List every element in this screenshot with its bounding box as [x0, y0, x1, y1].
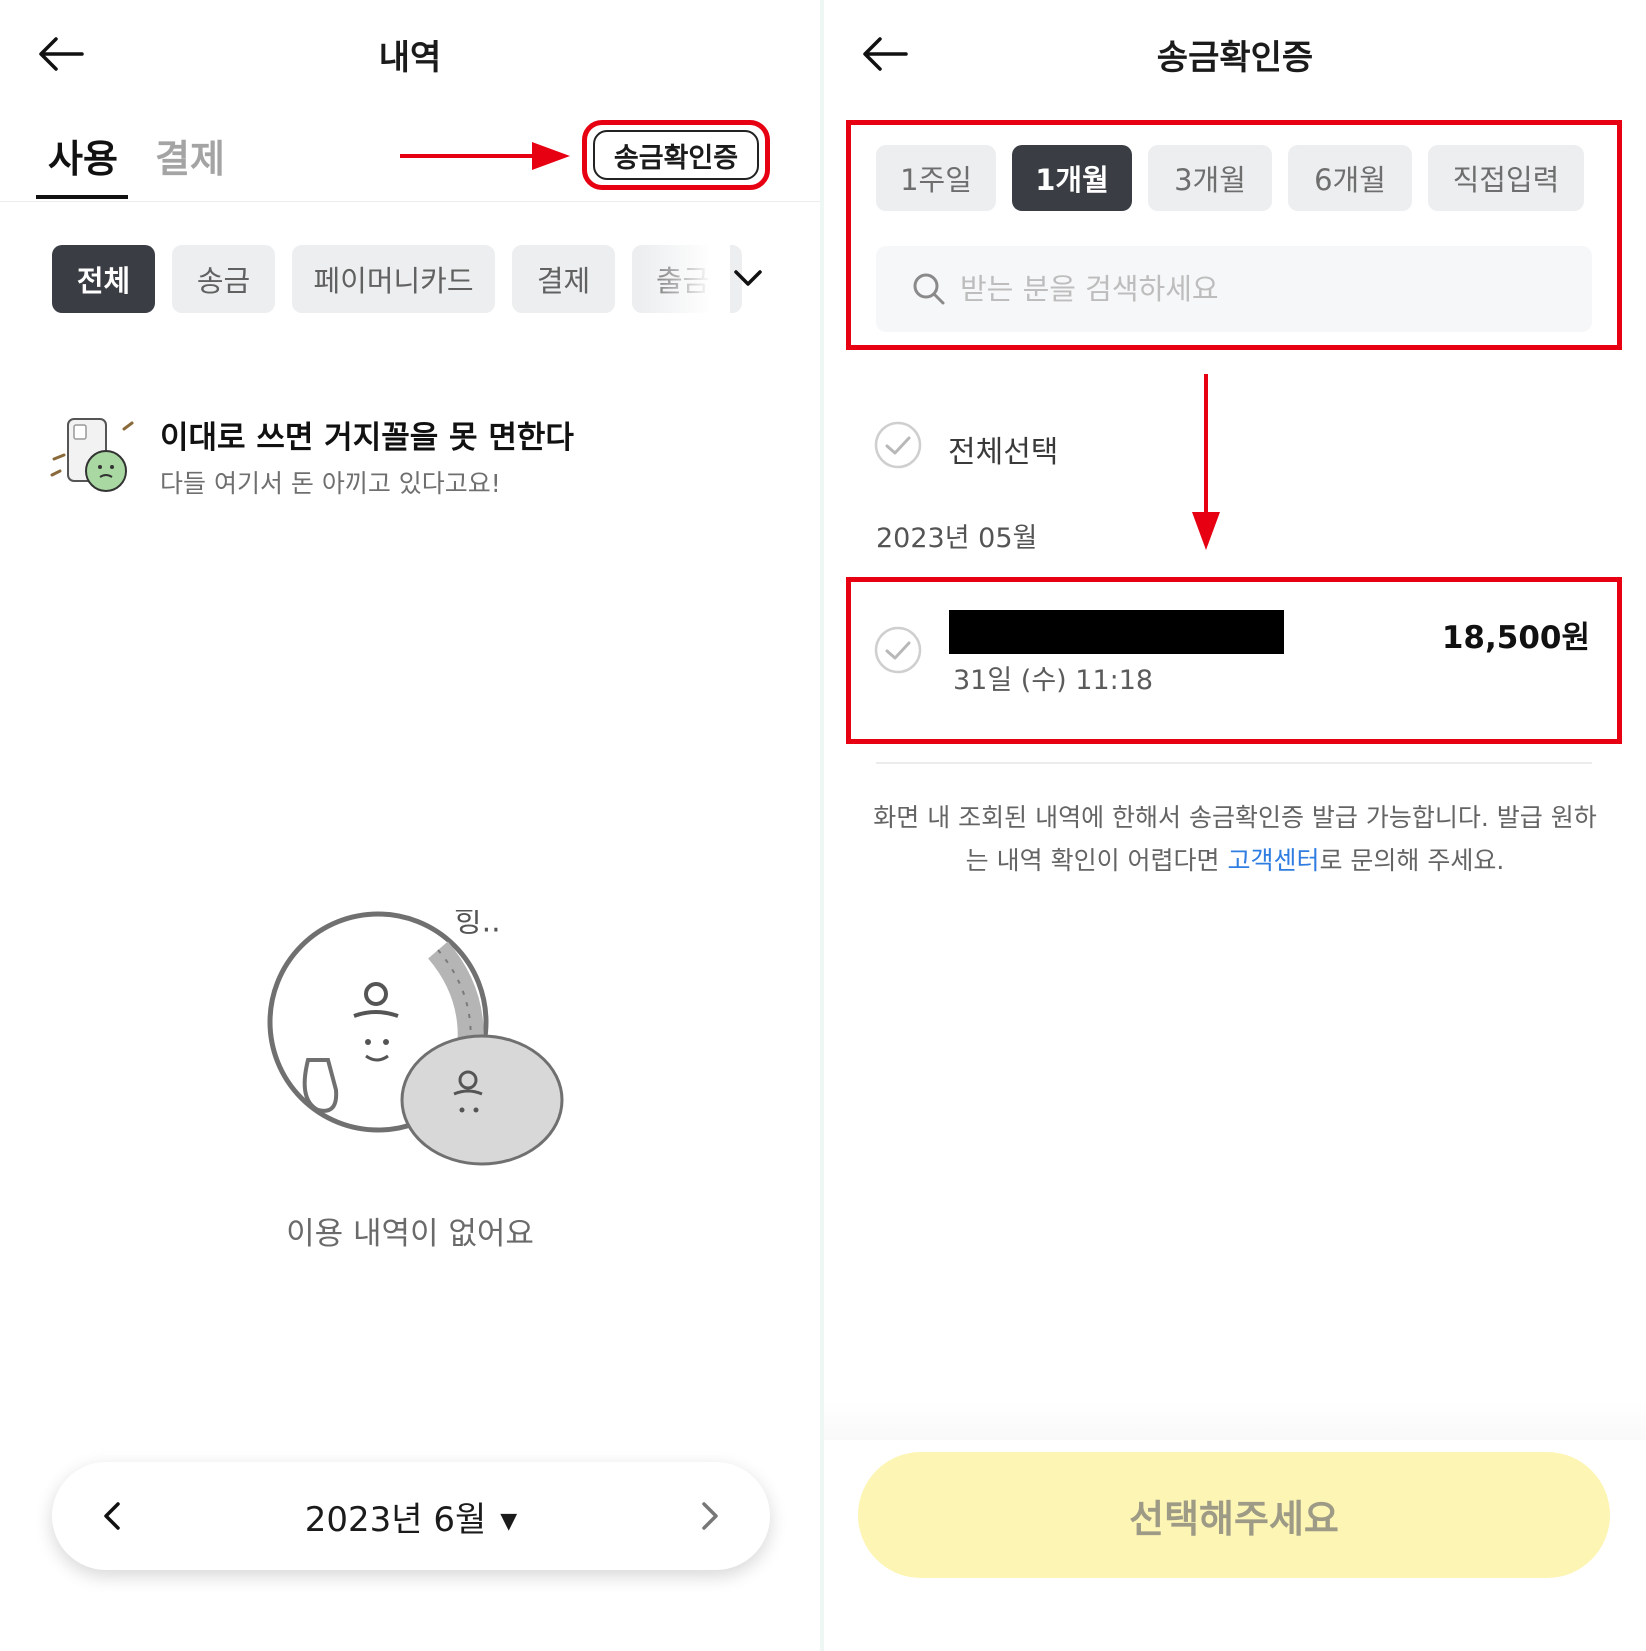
period-chip-1-month[interactable]: 1개월: [1012, 145, 1132, 211]
period-chip-6-months[interactable]: 6개월: [1288, 145, 1412, 211]
annotation-arrow-right: [400, 142, 570, 170]
select-all-checkbox[interactable]: [874, 421, 922, 469]
remittance-certificate-screen: 송금확인증 1주일 1개월 3개월 6개월 직접입력 전체선택 2023년 05…: [824, 0, 1646, 1651]
empty-state-text: 이용 내역이 없어요: [286, 1216, 534, 1252]
promo-subtitle: 다들 여기서 돈 아끼고 있다고요!: [160, 469, 501, 498]
page-title: 송금확인증: [1156, 38, 1314, 78]
transaction-checkbox[interactable]: [874, 626, 922, 674]
recipient-search: [876, 246, 1592, 332]
history-screen: 내역 사용 결제 송금확인증 전체 송금 페이머니카드 결제 출금 이대로 쓰면…: [0, 0, 820, 1651]
select-all-label[interactable]: 전체선택: [948, 427, 1058, 471]
month-group-header: 2023년 05월: [876, 523, 1038, 554]
promo-piggy-card-icon: [50, 418, 134, 492]
filter-expand-button[interactable]: [728, 262, 768, 294]
notice-text: 화면 내 조회된 내역에 한해서 송금확인증 발급 가능합니다. 발급 원하는 …: [864, 796, 1606, 882]
filter-chip-withdrawal[interactable]: 출금: [632, 245, 742, 313]
remittance-certificate-button[interactable]: 송금확인증: [582, 120, 770, 190]
active-tab-indicator: [36, 195, 128, 199]
filter-chip-paymoney-card[interactable]: 페이머니카드: [292, 245, 495, 313]
filter-chip-remittance[interactable]: 송금: [172, 245, 275, 313]
promo-title[interactable]: 이대로 쓰면 거지꼴을 못 면한다: [160, 412, 574, 457]
transaction-amount: 18,500원: [1441, 620, 1590, 656]
tab-divider: [0, 201, 820, 202]
period-chip-1-week[interactable]: 1주일: [876, 145, 996, 211]
redacted-recipient-name: [949, 610, 1284, 654]
period-chip-3-months[interactable]: 3개월: [1148, 145, 1272, 211]
tab-usage[interactable]: 사용: [48, 128, 118, 183]
remittance-certificate-label: 송금확인증: [593, 130, 759, 180]
select-confirm-button[interactable]: 선택해주세요: [858, 1452, 1610, 1578]
page-title: 내역: [378, 38, 442, 78]
month-dropdown[interactable]: 2023년 6월 ▼: [52, 1492, 770, 1541]
month-label: 2023년 6월: [304, 1500, 487, 1540]
search-icon: [913, 273, 945, 305]
chevron-right-icon: [702, 1502, 718, 1530]
month-selector: 2023년 6월 ▼: [52, 1462, 770, 1570]
customer-center-link[interactable]: 고객센터: [1227, 846, 1319, 875]
transaction-date: 31일 (수) 11:18: [953, 665, 1154, 696]
list-divider: [876, 762, 1592, 764]
filter-chip-all[interactable]: 전체: [52, 245, 155, 313]
chevron-down-icon: [734, 270, 762, 286]
annotation-arrow-down: [1192, 374, 1220, 550]
next-month-button[interactable]: [690, 1496, 730, 1536]
empty-state-illustration: 힝..: [267, 910, 564, 1166]
caret-down-icon: ▼: [500, 1509, 518, 1534]
period-chip-custom[interactable]: 직접입력: [1428, 145, 1584, 211]
bottom-fade: [824, 1400, 1646, 1440]
sigh-text: 힝..: [454, 910, 501, 940]
filter-chip-payment[interactable]: 결제: [512, 245, 615, 313]
tab-payment[interactable]: 결제: [155, 128, 225, 183]
recipient-search-input[interactable]: [960, 272, 1520, 306]
notice-text-after: 로 문의해 주세요.: [1319, 846, 1505, 875]
